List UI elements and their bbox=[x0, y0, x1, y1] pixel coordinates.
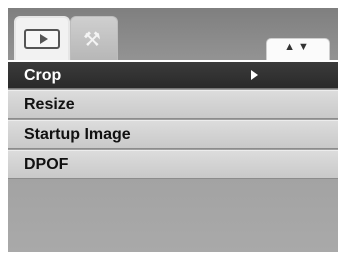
chevron-right-icon bbox=[251, 70, 258, 80]
tab-bar: ⚒ ▲▼ bbox=[8, 8, 338, 60]
tools-icon: ⚒ bbox=[83, 27, 101, 51]
tab-setup[interactable]: ⚒ bbox=[70, 16, 118, 60]
menu-item-label: Startup Image bbox=[24, 126, 131, 143]
menu-item-label: Crop bbox=[24, 67, 62, 84]
play-icon bbox=[24, 29, 60, 49]
menu-item-startup-image[interactable]: Startup Image bbox=[8, 120, 338, 149]
menu-item-resize[interactable]: Resize bbox=[8, 90, 338, 119]
menu-item-label: Resize bbox=[24, 96, 75, 113]
up-down-arrows-icon: ▲▼ bbox=[284, 41, 312, 53]
page-nav-indicator[interactable]: ▲▼ bbox=[266, 38, 330, 60]
tab-playback[interactable] bbox=[14, 16, 70, 60]
camera-menu-screen: ⚒ ▲▼ Crop Resize Startup Image DPOF bbox=[8, 8, 338, 252]
menu-item-crop[interactable]: Crop bbox=[8, 60, 338, 89]
menu-list: Crop Resize Startup Image DPOF bbox=[8, 60, 338, 180]
play-triangle bbox=[40, 34, 48, 44]
menu-item-dpof[interactable]: DPOF bbox=[8, 150, 338, 179]
menu-item-label: DPOF bbox=[24, 156, 69, 173]
